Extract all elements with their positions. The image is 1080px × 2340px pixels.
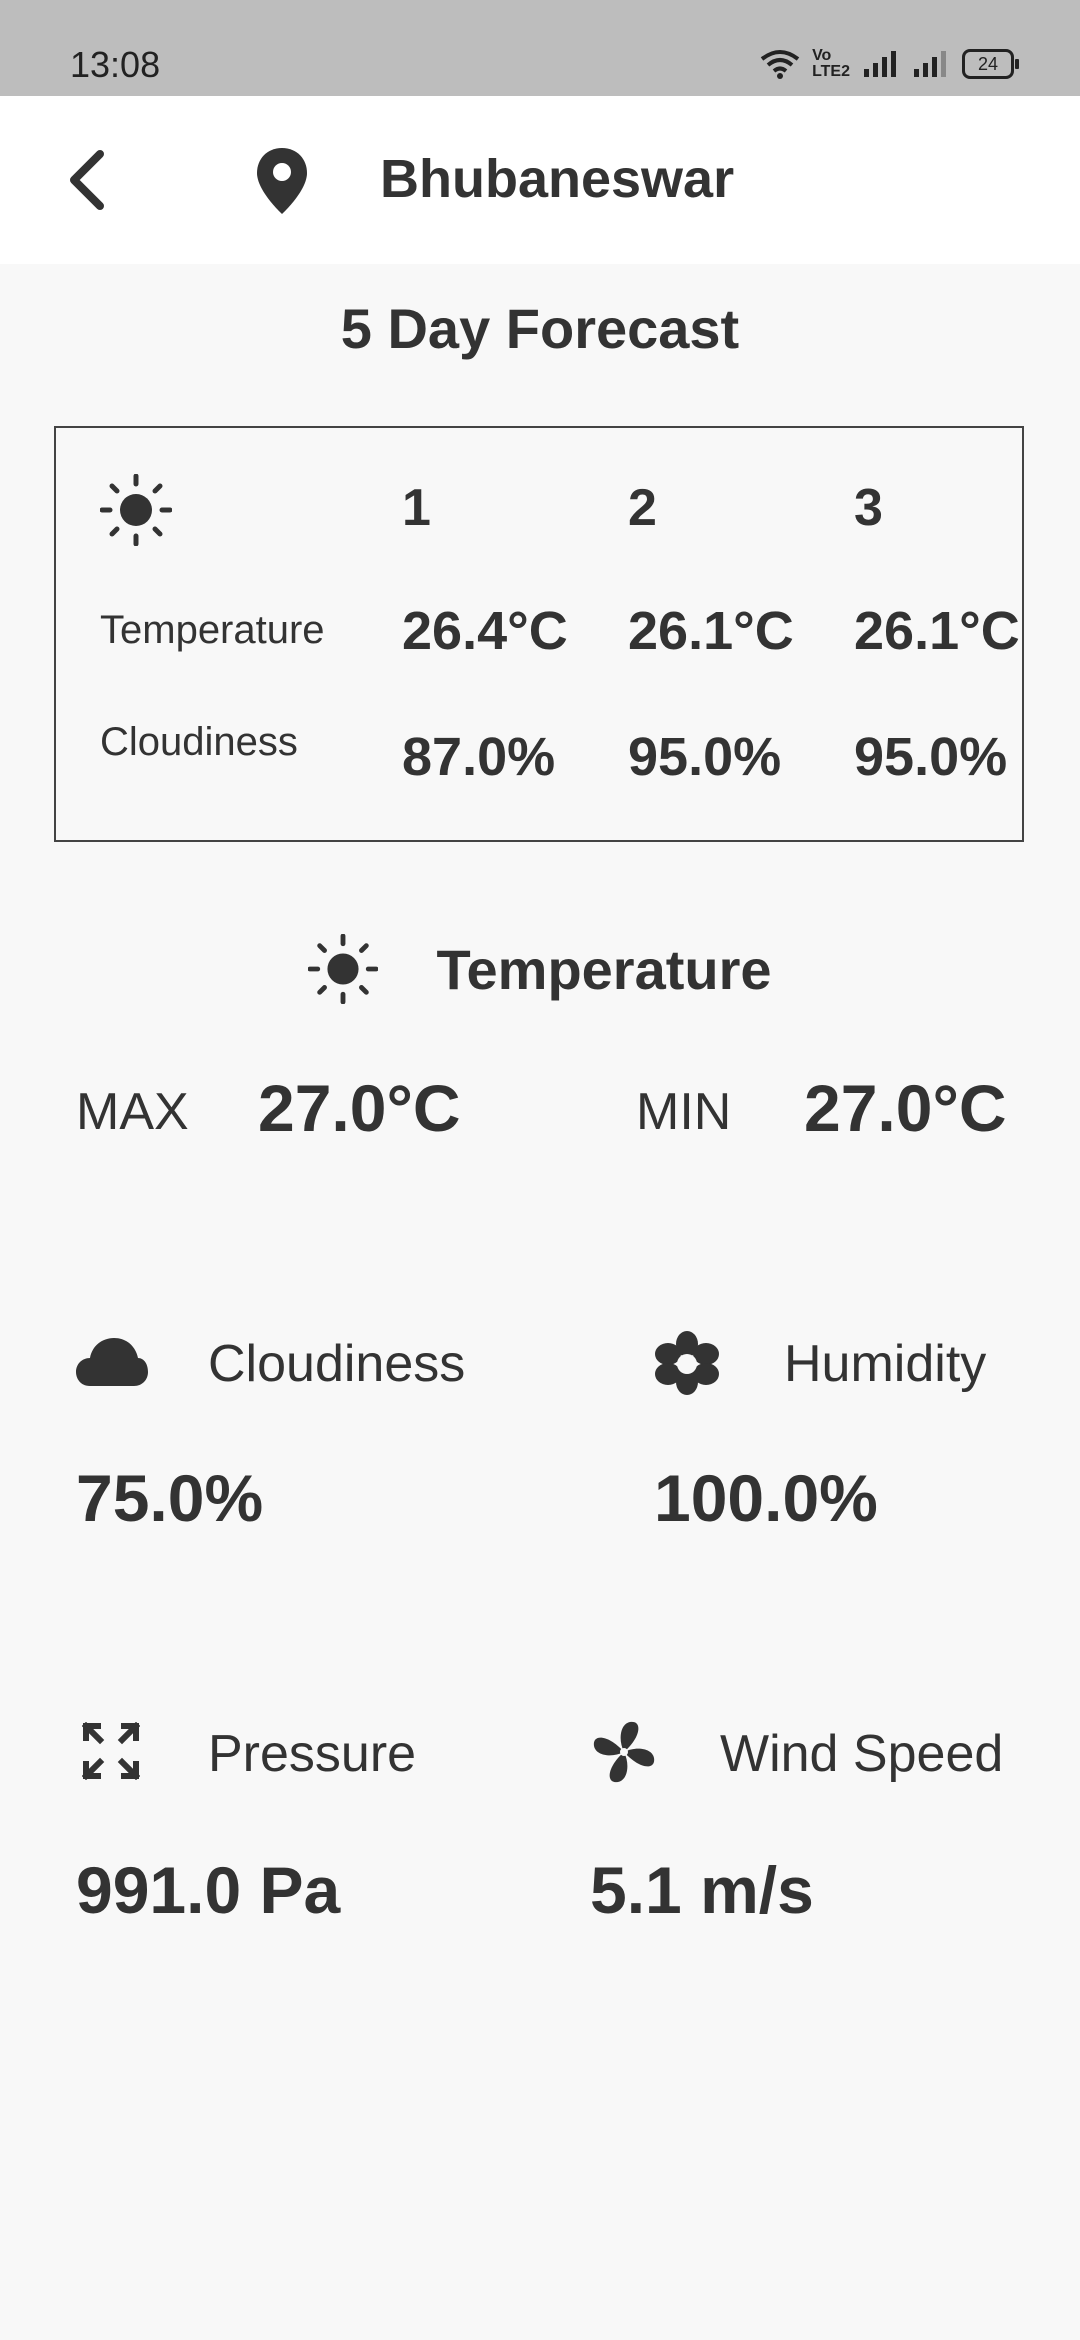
forecast-cloudiness-day-3: 95.0% <box>854 727 1008 787</box>
min-value: 27.0°C <box>804 1071 1007 1145</box>
cloud-icon <box>76 1338 148 1386</box>
temperature-title: Temperature <box>436 937 772 1001</box>
forecast-title: 5 Day Forecast <box>340 297 740 360</box>
battery-indicator: 24 <box>962 49 1019 79</box>
flower-icon <box>655 1331 719 1395</box>
map-pin-icon <box>257 148 307 214</box>
forecast-table: 1 2 3 Temperature 26.4°C 26.1°C 26.1°C C… <box>54 426 1024 842</box>
temperature-heading: Temperature <box>0 934 1080 1004</box>
cloudiness-value: 75.0% <box>76 1461 264 1535</box>
sun-icon <box>308 934 379 1004</box>
volte-label-bottom: LTE2 <box>812 63 850 80</box>
forecast-day-1: 1 <box>402 479 431 537</box>
forecast-temperature-label: Temperature <box>100 608 325 652</box>
pressure-label: Pressure <box>208 1725 417 1783</box>
sun-icon <box>100 474 172 546</box>
back-button[interactable] <box>56 144 116 216</box>
app-bar: Bhubaneswar <box>0 96 1080 264</box>
forecast-day-3: 3 <box>854 479 883 537</box>
wifi-icon <box>760 50 800 79</box>
forecast-temperature-day-3: 26.1°C <box>854 601 1020 661</box>
humidity-label: Humidity <box>784 1335 987 1393</box>
max-label: MAX <box>76 1083 189 1141</box>
status-icons: Vo LTE2 24 <box>760 48 1019 80</box>
forecast-cloudiness-day-2: 95.0% <box>628 727 782 787</box>
status-bar: 13:08 Vo LTE2 24 <box>0 0 1080 96</box>
forecast-temperature-day-1: 26.4°C <box>402 601 568 661</box>
fan-icon <box>593 1721 655 1783</box>
expand-icon <box>82 1722 140 1780</box>
signal-icon-2 <box>914 51 946 77</box>
forecast-cloudiness-day-1: 87.0% <box>402 727 556 787</box>
humidity-value: 100.0% <box>654 1461 878 1535</box>
max-value: 27.0°C <box>258 1071 461 1145</box>
wind-speed-value: 5.1 m/s <box>590 1853 814 1927</box>
volte-indicator: Vo LTE2 <box>812 48 850 80</box>
wind-speed-label: Wind Speed <box>720 1725 1004 1783</box>
chevron-left-icon <box>70 150 104 210</box>
pressure-value: 991.0 Pa <box>76 1853 341 1927</box>
min-label: MIN <box>636 1083 732 1141</box>
forecast-day-2: 2 <box>628 479 657 537</box>
cloudiness-label: Cloudiness <box>208 1335 466 1393</box>
volte-label-top: Vo <box>812 47 832 64</box>
city-name: Bhubaneswar <box>380 149 735 209</box>
signal-icon-1 <box>864 51 896 77</box>
forecast-temperature-day-2: 26.1°C <box>628 601 794 661</box>
forecast-cloudiness-label: Cloudiness <box>100 720 298 764</box>
status-time: 13:08 <box>70 44 161 85</box>
